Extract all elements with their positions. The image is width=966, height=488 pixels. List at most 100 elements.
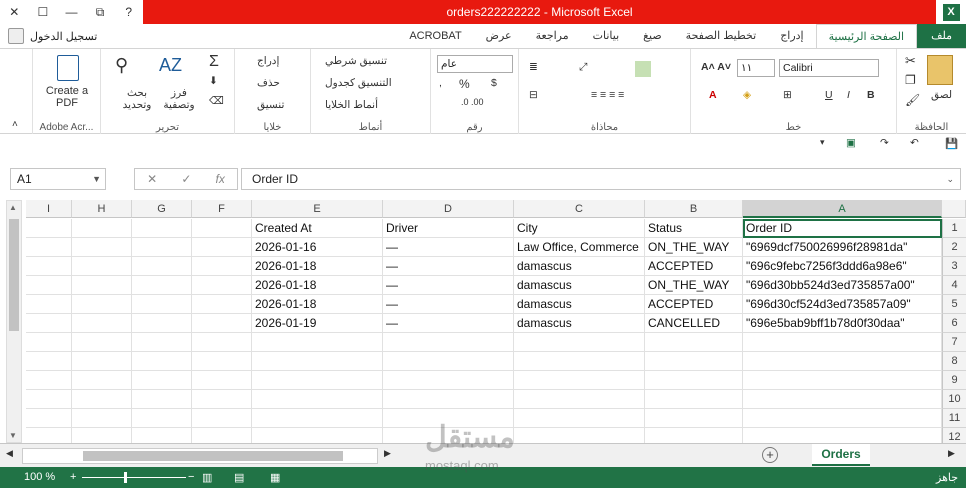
row-header-2[interactable]: 2	[942, 238, 966, 257]
ribbon-display-icon[interactable]: ⧉	[91, 5, 109, 20]
tab-formulas[interactable]: صيغ	[631, 24, 674, 48]
row-header-5[interactable]: 5	[942, 295, 966, 314]
cell-I4[interactable]	[26, 276, 72, 295]
cell-E3[interactable]: 2026-01-18	[252, 257, 383, 276]
cell-I11[interactable]	[26, 409, 72, 428]
row-header-7[interactable]: 7	[942, 333, 966, 352]
cell-H10[interactable]	[72, 390, 132, 409]
tab-page-layout[interactable]: تخطيط الصفحة	[674, 24, 769, 48]
italic-icon[interactable]: I	[847, 89, 850, 101]
cell-D6[interactable]: —	[383, 314, 514, 333]
cell-G1[interactable]	[132, 219, 192, 238]
cell-B7[interactable]	[645, 333, 743, 352]
insert-cells-button[interactable]: إدراج	[257, 55, 279, 67]
cell-D10[interactable]	[383, 390, 514, 409]
currency-icon[interactable]: $	[491, 77, 497, 89]
cell-I3[interactable]	[26, 257, 72, 276]
column-header-F[interactable]: F	[192, 200, 252, 218]
grow-font-icon[interactable]: A˄ A˅	[701, 61, 731, 73]
cell-A1[interactable]: Order ID	[743, 219, 942, 238]
cell-G6[interactable]	[132, 314, 192, 333]
cell-G7[interactable]	[132, 333, 192, 352]
sort-filter-button[interactable]: فرز وتصفية	[157, 87, 201, 111]
cell-F6[interactable]	[192, 314, 252, 333]
qat-dropdown-icon[interactable]: ▾	[820, 137, 825, 148]
font-color-icon[interactable]: A	[709, 89, 717, 101]
cell-B11[interactable]	[645, 409, 743, 428]
tab-insert[interactable]: إدراج	[768, 24, 815, 48]
copy-icon[interactable]: ❐	[905, 73, 916, 87]
cell-H6[interactable]	[72, 314, 132, 333]
clear-icon[interactable]: ⌫	[209, 95, 224, 107]
collapse-ribbon-icon[interactable]: ˄	[12, 119, 18, 130]
cell-C1[interactable]: City	[514, 219, 645, 238]
cell-C7[interactable]	[514, 333, 645, 352]
merge-center-icon[interactable]: ⊟	[529, 89, 538, 101]
cell-I10[interactable]	[26, 390, 72, 409]
sheet-nav-right-icon[interactable]: ▶	[948, 448, 955, 459]
cell-E7[interactable]	[252, 333, 383, 352]
align-text-icons[interactable]: ≡ ≡ ≡ ≡	[591, 89, 624, 101]
cell-B5[interactable]: ACCEPTED	[645, 295, 743, 314]
paste-icon[interactable]	[927, 55, 953, 85]
cell-E6[interactable]: 2026-01-19	[252, 314, 383, 333]
pdf-icon[interactable]	[57, 55, 79, 81]
cell-H5[interactable]	[72, 295, 132, 314]
cell-B9[interactable]	[645, 371, 743, 390]
cell-D5[interactable]: —	[383, 295, 514, 314]
cell-A10[interactable]	[743, 390, 942, 409]
cell-F5[interactable]	[192, 295, 252, 314]
sort-filter-icon[interactable]: AZ	[159, 55, 182, 76]
row-header-6[interactable]: 6	[942, 314, 966, 333]
zoom-out-icon[interactable]: +	[70, 471, 76, 483]
cell-I6[interactable]	[26, 314, 72, 333]
cancel-icon[interactable]: ✕	[147, 172, 157, 186]
cell-D7[interactable]	[383, 333, 514, 352]
font-size-select[interactable]: ١١	[737, 59, 775, 77]
cell-F11[interactable]	[192, 409, 252, 428]
cell-B8[interactable]	[645, 352, 743, 371]
cell-B1[interactable]: Status	[645, 219, 743, 238]
page-break-view-icon[interactable]: ▥	[202, 471, 212, 484]
tab-view[interactable]: عرض	[474, 24, 524, 48]
column-header-H[interactable]: H	[72, 200, 132, 218]
cell-G9[interactable]	[132, 371, 192, 390]
bold-icon[interactable]: B	[867, 89, 875, 101]
cell-C3[interactable]: damascus	[514, 257, 645, 276]
cell-C8[interactable]	[514, 352, 645, 371]
font-name-select[interactable]: Calibri	[779, 59, 879, 77]
cell-G10[interactable]	[132, 390, 192, 409]
cell-A7[interactable]	[743, 333, 942, 352]
cell-E10[interactable]	[252, 390, 383, 409]
autosum-icon[interactable]: Σ	[209, 53, 219, 71]
cell-F1[interactable]	[192, 219, 252, 238]
row-header-3[interactable]: 3	[942, 257, 966, 276]
fill-color-icon[interactable]: ◈	[743, 89, 751, 101]
row-header-9[interactable]: 9	[942, 371, 966, 390]
cell-H1[interactable]	[72, 219, 132, 238]
fill-icon[interactable]: ⬇	[209, 75, 218, 87]
scroll-down-icon[interactable]: ▼	[9, 431, 17, 440]
expand-formula-icon[interactable]: ⌄	[946, 169, 954, 189]
cell-F2[interactable]	[192, 238, 252, 257]
cell-G8[interactable]	[132, 352, 192, 371]
cell-E9[interactable]	[252, 371, 383, 390]
normal-view-icon[interactable]: ▦	[270, 471, 280, 484]
cell-G5[interactable]	[132, 295, 192, 314]
cell-E2[interactable]: 2026-01-16	[252, 238, 383, 257]
add-sheet-icon[interactable]: +	[762, 447, 778, 463]
enter-icon[interactable]: ✓	[181, 172, 191, 186]
cell-F3[interactable]	[192, 257, 252, 276]
cell-C4[interactable]: damascus	[514, 276, 645, 295]
paste-button[interactable]: لصق	[931, 89, 952, 101]
cell-G11[interactable]	[132, 409, 192, 428]
cell-B6[interactable]: CANCELLED	[645, 314, 743, 333]
cell-C10[interactable]	[514, 390, 645, 409]
row-header-11[interactable]: 11	[942, 409, 966, 428]
conditional-formatting-button[interactable]: تنسيق شرطي	[325, 55, 387, 67]
tab-review[interactable]: مراجعة	[524, 24, 581, 48]
cell-E11[interactable]	[252, 409, 383, 428]
align-middle-icon[interactable]	[635, 61, 651, 77]
row-header-4[interactable]: 4	[942, 276, 966, 295]
horizontal-scroll-thumb[interactable]	[83, 451, 343, 461]
